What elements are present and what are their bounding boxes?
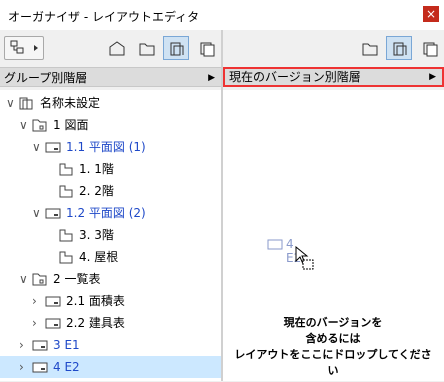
tree-row[interactable]: ∨ 1.1 平面図 (1) [0, 136, 221, 158]
tree-row-label: 2 一覧表 [53, 272, 101, 286]
drag-cursor-icon [295, 246, 314, 270]
chevron-down-icon[interactable]: ∨ [19, 114, 28, 136]
chevron-down-icon[interactable]: ∨ [6, 92, 15, 114]
tree-row[interactable]: 2. 2階 [0, 180, 221, 202]
layout-book-button-right[interactable] [386, 36, 412, 60]
tree-row[interactable]: › 2.1 面積表 [0, 290, 221, 312]
chevron-right-icon[interactable]: › [32, 290, 37, 312]
chevron-down-icon[interactable]: ∨ [32, 136, 41, 158]
publisher-sets-button[interactable] [193, 36, 219, 60]
chevron-right-icon[interactable]: › [32, 312, 37, 334]
tree-options-dropdown[interactable] [4, 36, 44, 60]
tree-row[interactable]: ∨ 1 図面 [0, 114, 221, 136]
drop-message-line: レイアウトをここにドロップしてください [234, 348, 432, 377]
chevron-down-icon[interactable]: ∨ [32, 202, 41, 224]
right-header-label: 現在のバージョン別階層 [229, 70, 361, 84]
tree-row[interactable]: › 4 E2 [0, 356, 221, 378]
tree-row[interactable]: 1. 1階 [0, 158, 221, 180]
layout-tree: ∨ 名称未設定 ∨ 1 図面 ∨ 1.1 平面図 (1) 1. 1階 2. 2階 ∨ 1.2 平面… [0, 90, 221, 381]
tree-row-label: 4. 屋根 [79, 250, 119, 264]
close-button[interactable]: × [423, 6, 439, 22]
drop-message-line: 含めるには [305, 332, 361, 345]
tree-row[interactable]: ∨ 名称未設定 [0, 92, 221, 114]
chevron-right-icon[interactable]: › [19, 356, 24, 378]
tree-row-label: 名称未設定 [40, 96, 101, 110]
left-header-label: グループ別階層 [4, 71, 88, 85]
chevron-right-icon[interactable]: › [19, 334, 24, 356]
left-panel-header[interactable]: グループ別階層 ▶ [0, 67, 221, 87]
layout-icon [31, 359, 49, 382]
tree-row-label: 2. 2階 [79, 184, 114, 198]
right-toolbar [223, 30, 444, 66]
window-title: オーガナイザ - レイアウトエディタ [8, 10, 200, 24]
header-arrow-icon: ▶ [208, 73, 215, 83]
tree-row-label: 4 E2 [53, 360, 80, 374]
view-map-button[interactable] [133, 36, 159, 60]
drop-instructions: 現在のバージョンを 含めるには レイアウトをここにドロップしてください [233, 315, 433, 379]
tree-row[interactable]: ∨ 1.2 平面図 (2) [0, 202, 221, 224]
left-toolbar [0, 30, 221, 66]
tree-row-label: 2.1 面積表 [66, 294, 125, 308]
drop-message-line: 現在のバージョンを [283, 316, 383, 329]
title-bar: オーガナイザ - レイアウトエディタ × [0, 0, 444, 30]
tree-row-label: 1 図面 [53, 118, 89, 132]
drop-area[interactable]: 4 E2 現在のバージョンを 含めるには レイアウトをここにドロップしてください [223, 90, 444, 381]
tree-row-label: 3 E1 [53, 338, 80, 352]
tree-row-label: 3. 3階 [79, 228, 114, 242]
view-map-button-right[interactable] [356, 36, 382, 60]
tree-row-label: 1. 1階 [79, 162, 114, 176]
project-map-button[interactable] [103, 36, 129, 60]
left-panel: グループ別階層 ▶ ∨ 名称未設定 ∨ 1 図面 ∨ 1.1 平面図 (1) 1. 1階 2.… [0, 30, 221, 381]
right-panel: 現在のバージョン別階層 ▶ 4 E2 現在のバージョンを 含めるには レイアウト… [223, 30, 444, 381]
tree-row-label: 1.1 平面図 (1) [66, 140, 146, 154]
tree-row[interactable]: › 3 E1 [0, 334, 221, 356]
tree-row[interactable]: › 2.2 建具表 [0, 312, 221, 334]
chevron-down-icon[interactable]: ∨ [19, 268, 28, 290]
right-panel-header[interactable]: 現在のバージョン別階層 ▶ [223, 67, 444, 87]
layout-book-button[interactable] [163, 36, 189, 60]
tree-row-label: 2.2 建具表 [66, 316, 125, 330]
publisher-sets-button-right[interactable] [416, 36, 442, 60]
tree-row-label: 1.2 平面図 (2) [66, 206, 146, 220]
tree-row[interactable]: 4. 屋根 [0, 246, 221, 268]
header-arrow-icon: ▶ [429, 72, 436, 82]
tree-row[interactable]: ∨ 2 一覧表 [0, 268, 221, 290]
tree-row[interactable]: 3. 3階 [0, 224, 221, 246]
